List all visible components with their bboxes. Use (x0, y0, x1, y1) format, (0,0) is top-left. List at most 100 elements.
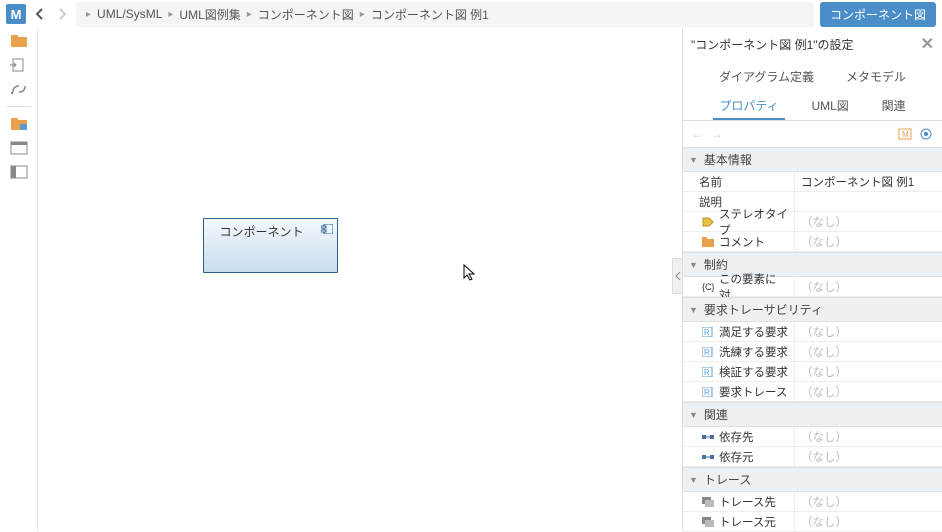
prop-value[interactable]: （なし） (795, 447, 942, 467)
svg-text:M: M (902, 130, 909, 139)
breadcrumb-item[interactable]: コンポーネント図 (258, 6, 354, 23)
prop-row-comment[interactable]: コメント （なし） (683, 232, 942, 252)
prop-row-constraint-elem[interactable]: {C}この要素に対… （なし） (683, 277, 942, 297)
tool-import-icon[interactable] (10, 58, 28, 72)
svg-text:R: R (704, 328, 710, 337)
panel-nav: ← → M (683, 121, 942, 147)
prop-label: R要求トレース (683, 382, 795, 402)
dep-icon (701, 451, 715, 463)
req-icon: R (701, 326, 715, 338)
collapse-icon: ▼ (689, 305, 698, 315)
breadcrumb-item[interactable]: UML図例集 (179, 6, 240, 23)
panel-collapse-handle[interactable] (672, 258, 682, 294)
panel-back-icon[interactable]: ← (691, 127, 703, 141)
tool-link-icon[interactable] (10, 82, 28, 96)
section-req-label: 要求トレーサビリティ (704, 301, 823, 318)
tab-metamodel[interactable]: メタモデル (840, 64, 912, 89)
tab-relation[interactable]: 関連 (876, 93, 912, 120)
prop-label: 依存先 (683, 427, 795, 447)
properties-panel: "コンポーネント図 例1"の設定 ✕ ダイアグラム定義 メタモデル プロパティ … (682, 28, 942, 531)
section-trace[interactable]: ▼トレース (683, 467, 942, 492)
prop-value[interactable]: （なし） (795, 382, 942, 402)
prop-row-refine[interactable]: R洗練する要求 （なし） (683, 342, 942, 362)
prop-value[interactable] (795, 200, 942, 204)
diagram-type-badge[interactable]: コンポーネント図 (820, 2, 936, 27)
prop-value[interactable]: （なし） (795, 277, 942, 297)
chevron-right-icon: ▸ (247, 9, 252, 20)
component-node[interactable]: コンポーネント (203, 218, 338, 273)
breadcrumb-item[interactable]: コンポーネント図 例1 (371, 6, 489, 23)
svg-text:{C}: {C} (702, 282, 714, 292)
prop-value[interactable]: （なし） (795, 232, 942, 252)
constraint-icon: {C} (701, 281, 715, 293)
prop-row-dep-from[interactable]: 依存元 （なし） (683, 447, 942, 467)
prop-row-satisfy[interactable]: R満足する要求 （なし） (683, 322, 942, 342)
prop-row-name[interactable]: 名前 コンポーネント図 例1 (683, 172, 942, 192)
collapse-icon: ▼ (689, 155, 698, 165)
target-icon[interactable] (920, 128, 934, 140)
prop-label: トレース先 (683, 492, 795, 512)
close-icon[interactable]: ✕ (921, 34, 934, 54)
tab-property[interactable]: プロパティ (713, 93, 784, 120)
section-basic[interactable]: ▼ 基本情報 (683, 147, 942, 172)
divider (7, 106, 31, 107)
tab-diagram-def[interactable]: ダイアグラム定義 (713, 64, 820, 89)
panel-title: "コンポーネント図 例1"の設定 (691, 36, 854, 53)
section-relation-label: 関連 (704, 406, 728, 423)
tool-panel-icon[interactable] (10, 141, 28, 155)
model-icon[interactable]: M (898, 128, 912, 140)
folder-icon (701, 236, 715, 248)
canvas[interactable]: コンポーネント (38, 28, 682, 531)
breadcrumb-item[interactable]: UML/SysML (97, 7, 162, 21)
prop-row-verify[interactable]: R検証する要求 （なし） (683, 362, 942, 382)
section-req[interactable]: ▼ 要求トレーサビリティ (683, 297, 942, 322)
section-basic-label: 基本情報 (704, 151, 752, 168)
prop-label: R洗練する要求 (683, 342, 795, 362)
svg-text:R: R (704, 368, 710, 377)
prop-value[interactable]: （なし） (795, 427, 942, 447)
chevron-right-icon: ▸ (360, 9, 365, 20)
prop-value[interactable]: （なし） (795, 512, 942, 532)
prop-value[interactable]: （なし） (795, 322, 942, 342)
req-icon: R (701, 386, 715, 398)
tool-panel-alt-icon[interactable] (10, 165, 28, 179)
prop-value[interactable]: （なし） (795, 362, 942, 382)
prop-row-dep-to[interactable]: 依存先 （なし） (683, 427, 942, 447)
chevron-right-icon: ▸ (168, 9, 173, 20)
collapse-icon: ▼ (689, 475, 698, 485)
prop-value[interactable]: （なし） (795, 492, 942, 512)
svg-text:R: R (704, 388, 710, 397)
prop-label: R検証する要求 (683, 362, 795, 382)
prop-row-trace-from[interactable]: トレース元 （なし） (683, 512, 942, 532)
cursor-icon (463, 264, 477, 285)
panel-tab-row-2: プロパティ UML図 関連 (683, 91, 942, 121)
prop-row-trace-to[interactable]: トレース先 （なし） (683, 492, 942, 512)
prop-label: コメント (683, 232, 795, 252)
prop-value[interactable]: コンポーネント図 例1 (795, 172, 942, 192)
panel-tab-row-1: ダイアグラム定義 メタモデル (683, 60, 942, 91)
trace-icon (701, 516, 715, 528)
app-logo[interactable]: M (6, 4, 26, 24)
back-button[interactable] (32, 6, 48, 22)
topbar: M ▸ UML/SysML ▸ UML図例集 ▸ コンポーネント図 ▸ コンポー… (0, 0, 942, 28)
prop-label: R満足する要求 (683, 322, 795, 342)
main-layout: コンポーネント "コンポーネント図 例1"の設定 ✕ ダイアグラム定義 メタモデ… (0, 28, 942, 531)
panel-forward-icon[interactable]: → (711, 127, 723, 141)
component-icon (321, 223, 333, 233)
req-icon: R (701, 366, 715, 378)
prop-label: 依存元 (683, 447, 795, 467)
toolbox (0, 28, 38, 531)
prop-row-stereotype[interactable]: ステレオタイプ （なし） (683, 212, 942, 232)
panel-header: "コンポーネント図 例1"の設定 ✕ (683, 28, 942, 60)
prop-value[interactable]: （なし） (795, 212, 942, 232)
tool-folder-blue-icon[interactable] (10, 117, 28, 131)
prop-value[interactable]: （なし） (795, 342, 942, 362)
dep-icon (701, 431, 715, 443)
forward-button[interactable] (54, 6, 70, 22)
section-relation[interactable]: ▼ 関連 (683, 402, 942, 427)
collapse-icon: ▼ (689, 410, 698, 420)
tool-folder-orange-icon[interactable] (10, 34, 28, 48)
prop-row-reqtrace[interactable]: R要求トレース （なし） (683, 382, 942, 402)
tab-uml[interactable]: UML図 (805, 93, 854, 120)
prop-label: 名前 (683, 172, 795, 192)
